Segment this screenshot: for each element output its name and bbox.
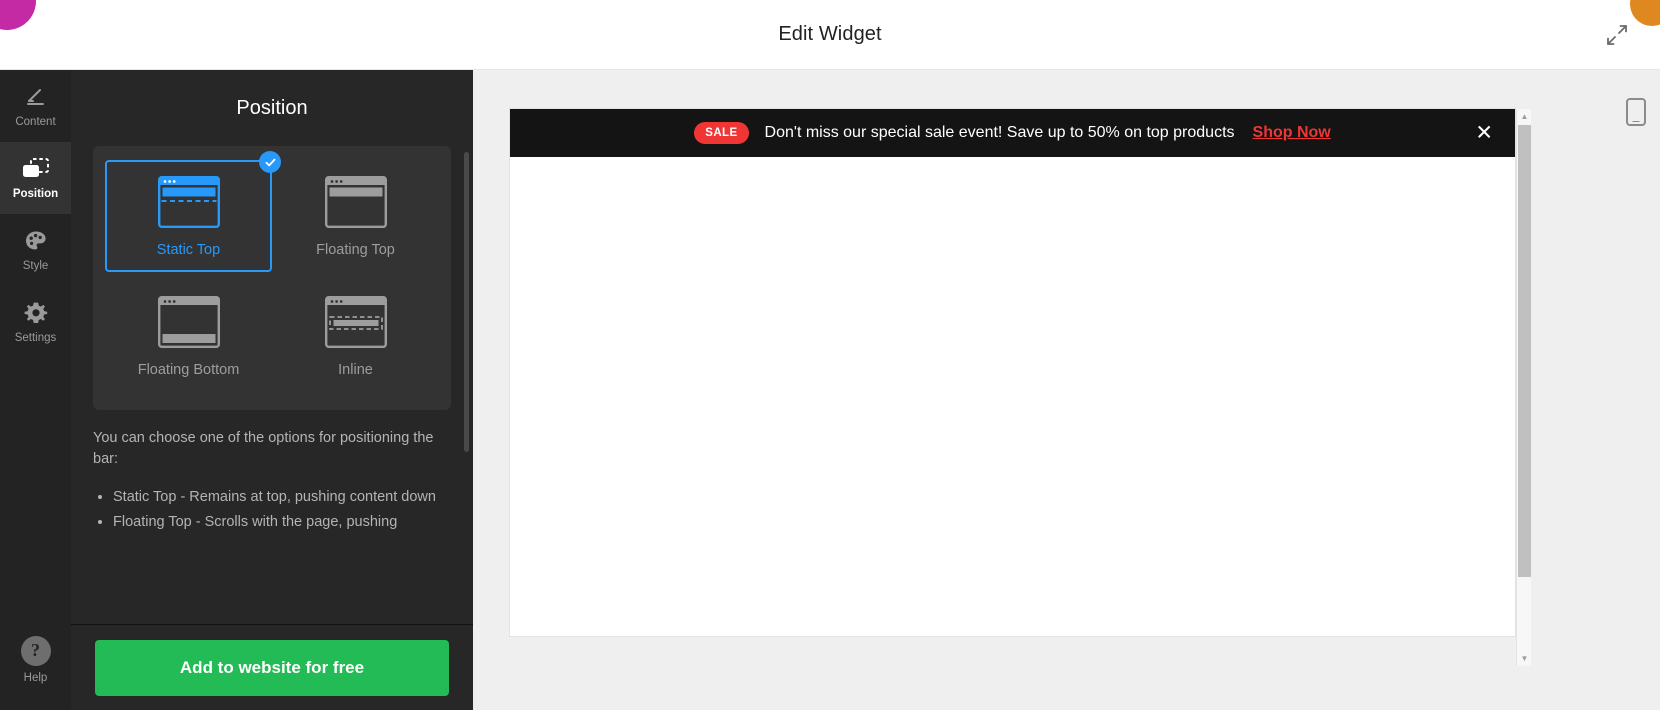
description-bullet: Floating Top - Scrolls with the page, pu… [113,512,451,533]
preview-scrollbar[interactable]: ▲ ▼ [1516,109,1531,666]
preview-page-canvas: SALE Don't miss our special sale event! … [510,109,1515,636]
position-description: You can choose one of the options for po… [93,428,451,534]
description-bullet: Static Top - Remains at top, pushing con… [113,487,451,508]
preview-scrollbar-thumb[interactable] [1518,125,1531,577]
sidebar-item-content[interactable]: Content [0,70,71,142]
orange-corner-blob-icon [1630,0,1660,26]
pencil-icon [26,88,44,105]
panel-scrollbar-thumb[interactable] [464,152,469,452]
expand-arrows-glyph [1607,24,1627,45]
sidebar-item-settings[interactable]: Settings [0,286,71,358]
sale-bar-content: SALE Don't miss our special sale event! … [510,122,1515,144]
position-option-inline[interactable]: Inline [272,280,439,392]
description-intro: You can choose one of the options for po… [93,430,434,468]
caret-down-icon[interactable]: ▼ [1517,651,1532,666]
page-title: Edit Widget [778,23,882,45]
position-option-static-top-label: Static Top [156,242,221,258]
sidebar-item-settings-label: Settings [14,331,57,344]
floating-top-window-icon [324,176,387,228]
mobile-device-icon[interactable] [1626,98,1646,126]
sale-message: Don't miss our special sale event! Save … [764,124,1235,141]
position-settings-panel: Position Static Top Floating Top Floatin… [71,70,473,710]
position-option-floating-bottom-label: Floating Bottom [137,362,240,378]
floating-bottom-window-icon [157,296,220,348]
sale-badge: SALE [694,122,749,144]
sidebar-item-position-label: Position [12,187,59,200]
caret-up-icon[interactable]: ▲ [1517,109,1532,124]
gear-icon [24,302,47,323]
add-to-website-button[interactable]: Add to website for free [95,639,449,696]
position-option-inline-label: Inline [338,362,373,378]
sidebar-item-style-label: Style [22,259,49,272]
panel-title: Position [71,70,473,146]
sidebar-item-style[interactable]: Style [0,214,71,286]
static-top-window-icon [157,176,220,228]
description-bullet-list: Static Top - Remains at top, pushing con… [93,487,451,534]
position-option-floating-top-label: Floating Top [316,242,395,258]
brand-logo-blob-icon [0,0,36,30]
palette-icon [25,231,46,250]
edit-widget-window: Edit Widget Content Position Style Setti… [0,0,1660,710]
position-options-grid: Static Top Floating Top Floating Bottom … [105,151,439,392]
inline-window-icon [324,296,387,348]
shop-now-link[interactable]: Shop Now [1253,124,1331,142]
window-header: Edit Widget [0,0,1660,70]
panel-scroll-area: Static Top Floating Top Floating Bottom … [71,146,473,624]
position-option-static-top[interactable]: Static Top [105,151,281,272]
sidebar-item-help-label: Help [23,671,48,684]
position-option-floating-bottom[interactable]: Floating Bottom [105,280,272,392]
panel-footer: Add to website for free [71,624,473,710]
position-options-card: Static Top Floating Top Floating Bottom … [93,146,451,410]
sidebar-item-content-label: Content [15,115,56,128]
sidebar-item-position[interactable]: Position [0,142,71,214]
left-icon-rail: Content Position Style Settings ? Help [0,70,71,710]
position-frame-icon [22,157,49,177]
question-mark-icon: ? [20,635,51,666]
close-x-icon[interactable]: ✕ [1475,123,1493,144]
expand-arrows-icon[interactable] [1600,18,1634,52]
sidebar-item-help[interactable]: ? Help [0,624,71,696]
position-option-floating-top[interactable]: Floating Top [272,160,439,272]
widget-preview-area: SALE Don't miss our special sale event! … [473,70,1660,710]
sale-announcement-bar: SALE Don't miss our special sale event! … [510,109,1515,157]
